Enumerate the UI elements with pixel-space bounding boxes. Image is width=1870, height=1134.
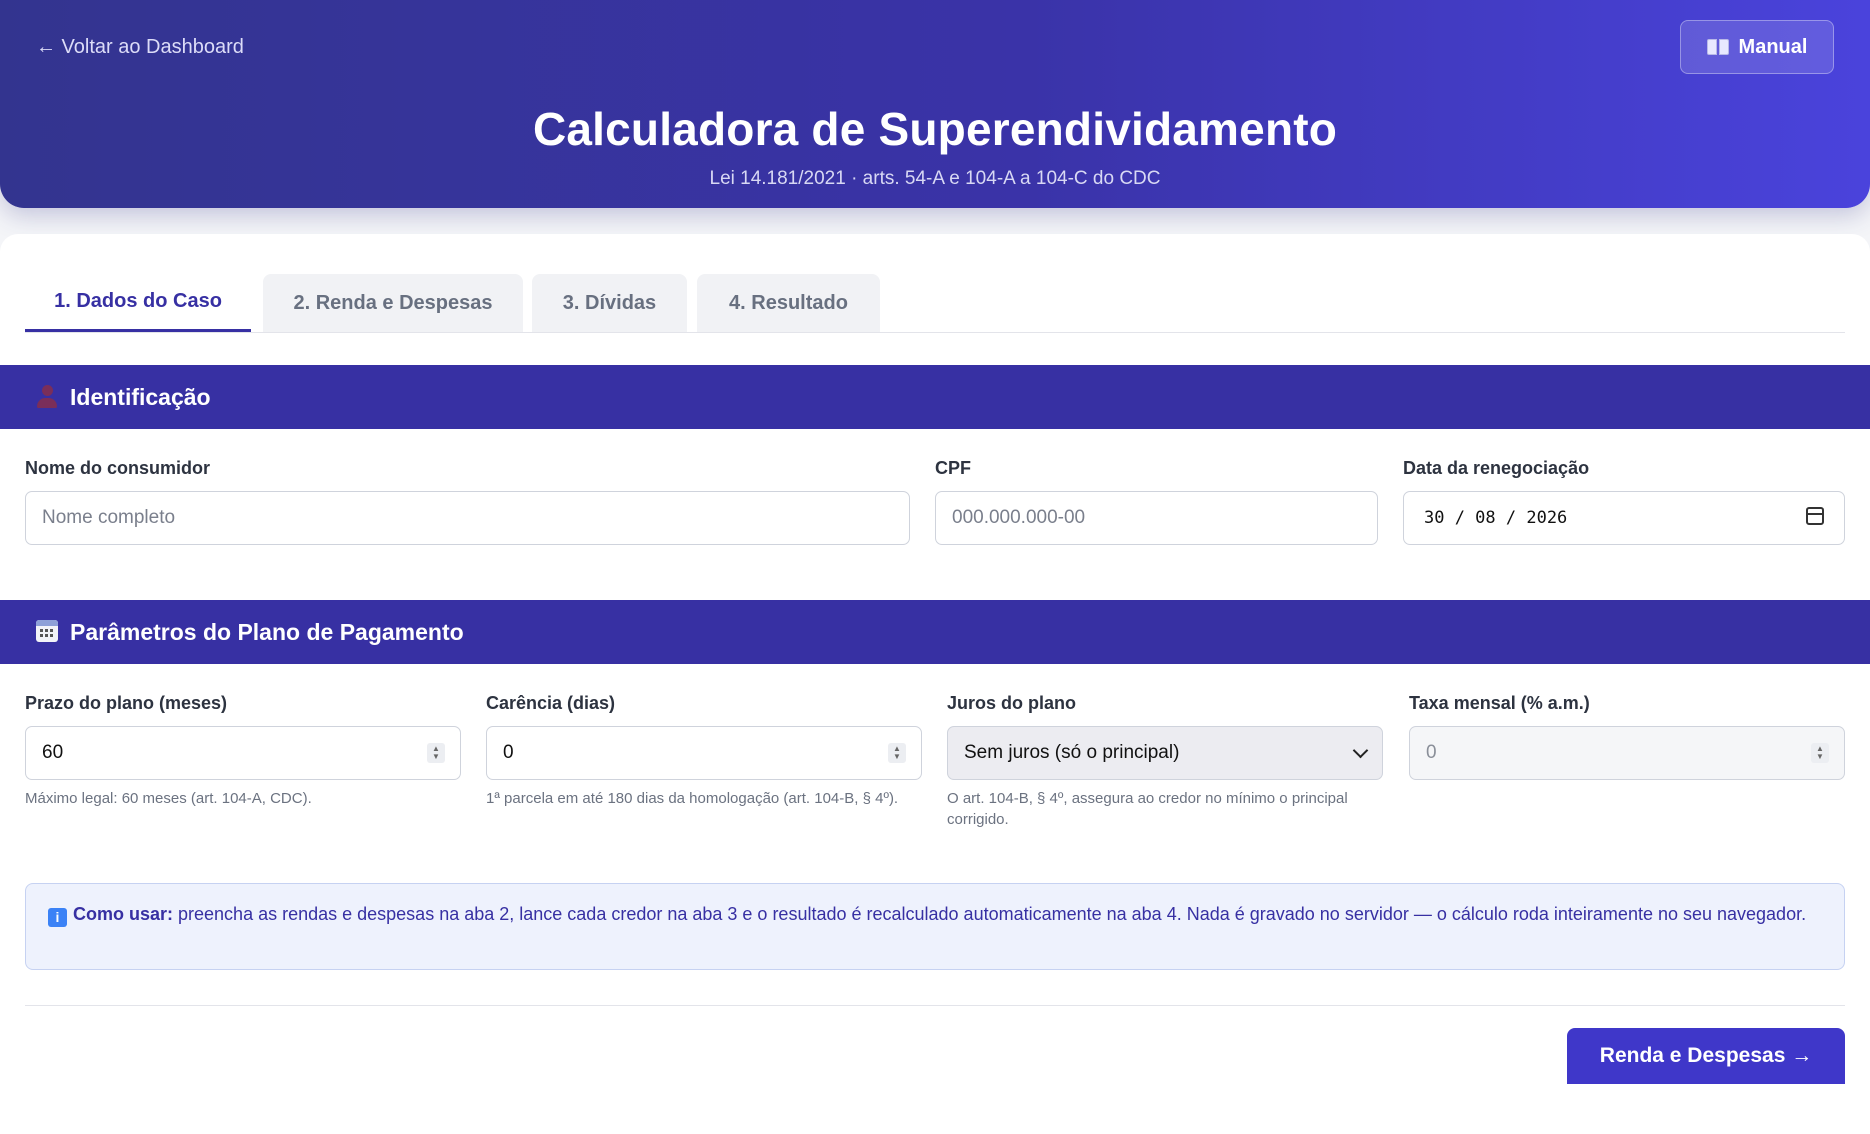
info-bold: Como usar: bbox=[73, 904, 174, 924]
juros-select[interactable]: Sem juros (só o principal) bbox=[947, 726, 1383, 780]
taxa-input[interactable] bbox=[1409, 726, 1845, 780]
tab-dados-do-caso[interactable]: 1. Dados do Caso bbox=[25, 274, 251, 332]
book-icon bbox=[1706, 39, 1729, 55]
nome-consumidor-input[interactable] bbox=[25, 491, 910, 545]
carencia-input[interactable] bbox=[486, 726, 922, 780]
tab-renda-e-despesas[interactable]: 2. Renda e Despesas bbox=[263, 274, 523, 332]
section-parametros-title: Parâmetros do Plano de Pagamento bbox=[70, 618, 464, 645]
prazo-input[interactable] bbox=[25, 726, 461, 780]
section-identificacao: Identificação bbox=[0, 365, 1870, 429]
cpf-label: CPF bbox=[935, 458, 971, 478]
prazo-help: Máximo legal: 60 meses (art. 104-A, CDC)… bbox=[25, 790, 312, 807]
nome-label: Nome do consumidor bbox=[25, 458, 211, 478]
prazo-stepper[interactable]: ▲ ▼ bbox=[427, 743, 445, 763]
juros-label: Juros do plano bbox=[947, 693, 1077, 713]
tab-bar: 1. Dados do Caso 2. Renda e Despesas 3. … bbox=[25, 274, 1845, 333]
divider bbox=[25, 1005, 1845, 1006]
juros-selected-value: Sem juros (só o principal) bbox=[964, 742, 1180, 763]
calendar-picker-icon[interactable] bbox=[1806, 507, 1824, 525]
tab-resultado[interactable]: 4. Resultado bbox=[697, 274, 880, 332]
prazo-label: Prazo do plano (meses) bbox=[25, 693, 228, 713]
user-icon bbox=[36, 385, 58, 409]
carencia-label: Carência (dias) bbox=[486, 693, 616, 713]
data-renegociacao-input[interactable]: 30 / 08 / 2026 bbox=[1403, 491, 1845, 545]
section-identificacao-title: Identificação bbox=[70, 383, 211, 410]
data-renegociacao-value: 30 / 08 / 2026 bbox=[1424, 508, 1568, 528]
chevron-down-icon bbox=[1352, 742, 1369, 759]
carencia-field: ▲▼ bbox=[486, 726, 922, 780]
section-parametros: Parâmetros do Plano de Pagamento bbox=[0, 600, 1870, 664]
manual-button-label: Manual bbox=[1738, 35, 1808, 58]
data-renegociacao-label: Data da renegociação bbox=[1403, 458, 1590, 478]
info-icon: i bbox=[48, 908, 67, 927]
page-title: Calculadora de Superendividamento bbox=[532, 103, 1338, 155]
taxa-field: ▲▼ bbox=[1409, 726, 1845, 780]
manual-button[interactable]: Manual bbox=[1680, 20, 1834, 74]
carencia-help: 1ª parcela em até 180 dias da homologaçã… bbox=[486, 790, 899, 807]
info-text: preencha as rendas e despesas na aba 2, … bbox=[173, 904, 1807, 924]
taxa-stepper[interactable]: ▲ ▼ bbox=[1811, 743, 1829, 763]
back-to-dashboard-link[interactable]: ← Voltar ao Dashboard bbox=[36, 36, 244, 59]
page-subtitle: Lei 14.181/2021 · arts. 54-A e 104-A a 1… bbox=[709, 168, 1161, 189]
prazo-field: ▲▼ bbox=[25, 726, 461, 780]
taxa-label: Taxa mensal (% a.m.) bbox=[1409, 693, 1590, 713]
calendar-icon bbox=[36, 620, 58, 642]
next-renda-despesas-button[interactable]: Renda e Despesas → bbox=[1567, 1028, 1845, 1084]
carencia-stepper[interactable]: ▲ ▼ bbox=[888, 743, 906, 763]
juros-help: O art. 104-B, § 4º, assegura ao credor n… bbox=[947, 790, 1348, 828]
how-to-use-info: i Como usar: preencha as rendas e despesa… bbox=[25, 883, 1845, 970]
tab-dividas[interactable]: 3. Dívidas bbox=[532, 274, 687, 332]
page-header: ← Voltar ao Dashboard Manual Calculadora… bbox=[0, 0, 1870, 208]
cpf-input[interactable] bbox=[935, 491, 1378, 545]
